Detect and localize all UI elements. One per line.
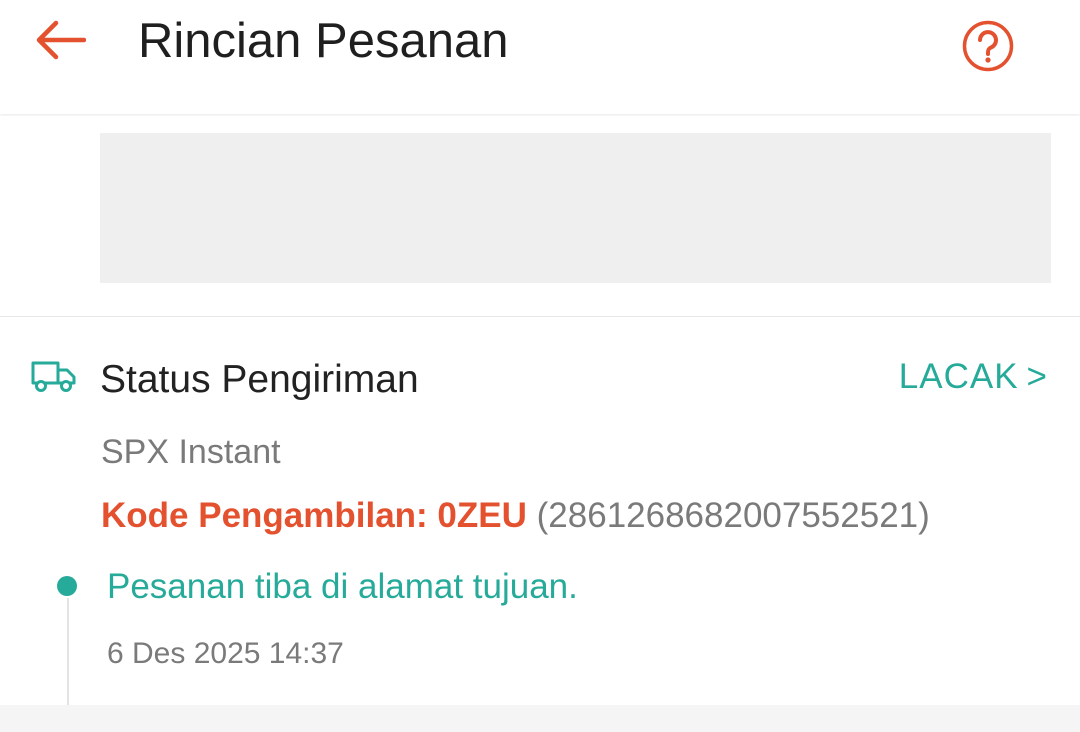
app-bar: Rincian Pesanan	[0, 0, 1080, 114]
tracking-number: (2861268682007552521)	[536, 496, 930, 535]
shipping-status-section: Status Pengiriman LACAK > SPX Instant Ko…	[0, 318, 1080, 705]
arrow-left-icon	[36, 20, 86, 60]
latest-event-text: Pesanan tiba di alamat tujuan.	[107, 567, 578, 606]
address-section	[0, 116, 1080, 317]
question-circle-icon	[962, 20, 1014, 72]
section-title: Status Pengiriman	[100, 358, 419, 401]
chevron-right-icon: >	[1026, 357, 1048, 396]
track-link[interactable]: LACAK >	[899, 354, 1048, 400]
back-button[interactable]	[30, 16, 90, 64]
truck-icon	[31, 361, 76, 392]
pickup-code: Kode Pengambilan: 0ZEU	[101, 496, 527, 535]
timeline-line	[67, 598, 69, 705]
section-divider	[0, 705, 1080, 732]
track-label: LACAK	[898, 357, 1019, 396]
address-placeholder	[100, 133, 1051, 283]
latest-event-time: 6 Des 2025 14:37	[107, 637, 344, 670]
courier-name: SPX Instant	[101, 433, 281, 471]
pickup-code-line: Kode Pengambilan: 0ZEU (2861268682007552…	[101, 493, 930, 539]
page-title: Rincian Pesanan	[138, 14, 509, 68]
timeline-dot	[57, 576, 77, 596]
help-button[interactable]	[960, 20, 1016, 76]
